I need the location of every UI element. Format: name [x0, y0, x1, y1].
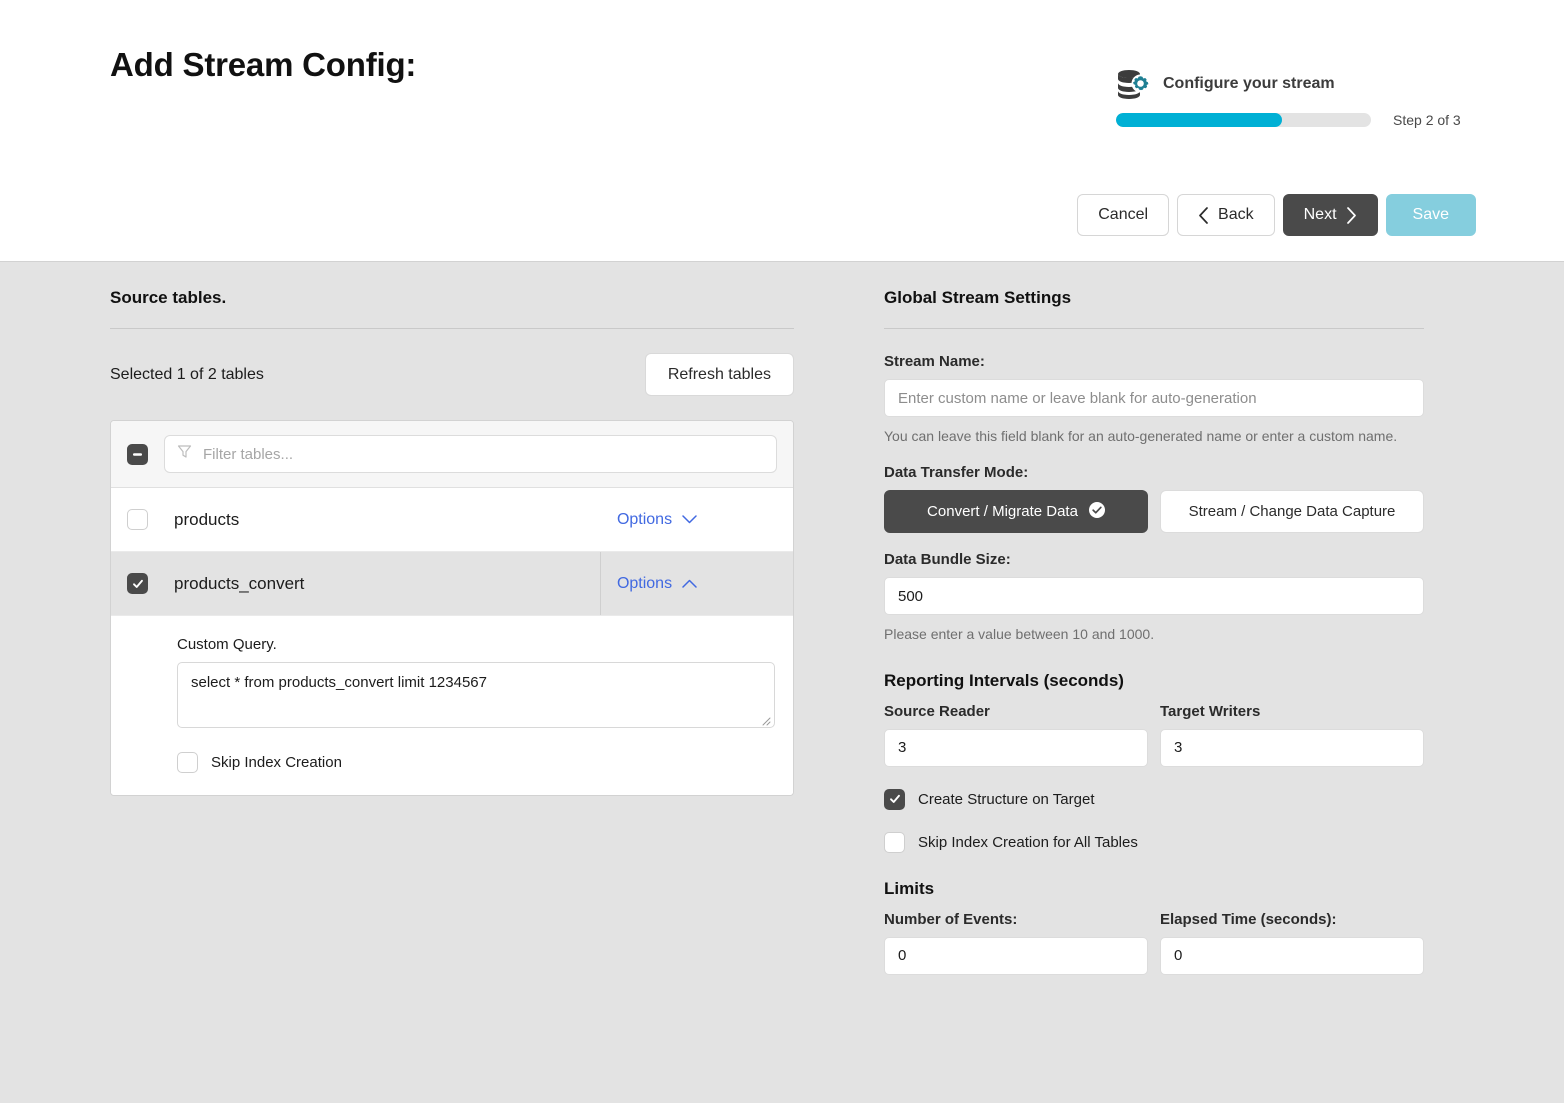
- number-of-events-label: Number of Events:: [884, 910, 1018, 928]
- table-row-checkbox[interactable]: [127, 573, 148, 594]
- next-button-label: Next: [1303, 206, 1337, 223]
- source-reader-label: Source Reader: [884, 702, 990, 720]
- cancel-button[interactable]: Cancel: [1077, 194, 1170, 236]
- number-of-events-group: Number of Events: 0: [884, 911, 1148, 975]
- tables-list: Filter tables... products Options produc…: [110, 420, 794, 796]
- back-button-label: Back: [1218, 206, 1254, 223]
- reporting-intervals-title: Reporting Intervals (seconds): [884, 670, 1124, 690]
- source-tables-panel: Source tables. Selected 1 of 2 tables Re…: [110, 288, 794, 796]
- custom-query-textarea[interactable]: select * from products_convert limit 123…: [177, 662, 775, 728]
- select-all-checkbox[interactable]: [127, 443, 148, 465]
- transfer-mode-toggle: Convert / Migrate Data Stream / Change D…: [884, 490, 1424, 534]
- resize-handle-icon[interactable]: [759, 713, 771, 726]
- bundle-size-input[interactable]: 500: [884, 577, 1424, 616]
- chevron-up-icon[interactable]: [682, 575, 697, 593]
- stream-name-label: Stream Name:: [884, 353, 985, 370]
- wizard-status: Configure your stream Step 2 of 3: [1116, 62, 1496, 128]
- source-reader-input[interactable]: 3: [884, 728, 1148, 767]
- skip-index-all-label: Skip Index Creation for All Tables: [918, 833, 1138, 851]
- progress-bar: [1116, 113, 1371, 127]
- table-row-label: products: [174, 509, 240, 529]
- selected-count-label: Selected 1 of 2 tables: [110, 365, 264, 383]
- bundle-size-group: Data Bundle Size: 500 Please enter a val…: [884, 551, 1424, 644]
- options-link[interactable]: Options: [617, 575, 672, 593]
- chevron-down-icon[interactable]: [682, 511, 697, 529]
- create-structure-row[interactable]: Create Structure on Target: [884, 788, 1424, 810]
- create-structure-checkbox[interactable]: [884, 788, 905, 810]
- options-link[interactable]: Options: [617, 511, 672, 529]
- table-row[interactable]: products Options: [111, 488, 793, 552]
- transfer-mode-convert-label: Convert / Migrate Data: [927, 503, 1078, 521]
- filter-input[interactable]: Filter tables...: [164, 435, 777, 473]
- next-button[interactable]: Next: [1282, 194, 1378, 236]
- bundle-size-label: Data Bundle Size:: [884, 551, 1011, 569]
- wizard-heading: Configure your stream: [1116, 62, 1496, 106]
- target-writers-label: Target Writers: [1160, 702, 1261, 720]
- skip-index-all-checkbox[interactable]: [884, 831, 905, 853]
- custom-query-value: select * from products_convert limit 123…: [191, 674, 487, 691]
- step-indicator: Step 2 of 3: [1393, 112, 1461, 128]
- transfer-mode-convert-button[interactable]: Convert / Migrate Data: [884, 490, 1148, 534]
- reporting-intervals-row: Source Reader 3 Target Writers 3: [884, 703, 1424, 767]
- source-reader-group: Source Reader 3: [884, 703, 1148, 767]
- table-row-options-cell[interactable]: Options: [601, 488, 793, 551]
- table-row-name-cell: products_convert: [111, 552, 601, 615]
- create-structure-label: Create Structure on Target: [918, 790, 1095, 808]
- table-row[interactable]: products_convert Options: [111, 552, 793, 616]
- progress-bar-fill: [1116, 113, 1282, 127]
- page-title: Add Stream Config:: [110, 46, 417, 83]
- global-settings-panel: Global Stream Settings Stream Name: Ente…: [884, 288, 1424, 975]
- table-row-checkbox[interactable]: [127, 509, 148, 530]
- transfer-mode-group: Data Transfer Mode: Convert / Migrate Da…: [884, 464, 1424, 534]
- page-body: Source tables. Selected 1 of 2 tables Re…: [0, 262, 1564, 1103]
- refresh-tables-button[interactable]: Refresh tables: [644, 353, 794, 396]
- table-row-label: products_convert: [174, 573, 305, 593]
- limits-title: Limits: [884, 878, 935, 898]
- elapsed-time-label: Elapsed Time (seconds):: [1160, 910, 1337, 928]
- target-writers-group: Target Writers 3: [1160, 703, 1424, 767]
- database-gear-icon: [1116, 69, 1150, 99]
- number-of-events-input[interactable]: 0: [884, 936, 1148, 975]
- skip-index-all-row[interactable]: Skip Index Creation for All Tables: [884, 831, 1424, 853]
- filter-input-placeholder: Filter tables...: [203, 445, 294, 463]
- selection-summary-row: Selected 1 of 2 tables Refresh tables: [110, 353, 794, 396]
- save-button[interactable]: Save: [1385, 194, 1476, 236]
- back-button[interactable]: Back: [1177, 194, 1275, 236]
- transfer-mode-label: Data Transfer Mode:: [884, 464, 1029, 482]
- stream-name-helper: You can leave this field blank for an au…: [884, 428, 1398, 444]
- transfer-mode-stream-label: Stream / Change Data Capture: [1188, 503, 1396, 521]
- page-header: Add Stream Config: Configure your stream: [0, 0, 1564, 262]
- check-circle-icon: [1088, 501, 1105, 522]
- stream-name-input[interactable]: Enter custom name or leave blank for aut…: [884, 379, 1424, 417]
- elapsed-time-group: Elapsed Time (seconds): 0: [1160, 911, 1424, 975]
- skip-index-checkbox[interactable]: [177, 752, 198, 773]
- bundle-size-helper: Please enter a value between 10 and 1000…: [884, 626, 1155, 643]
- global-settings-title: Global Stream Settings: [884, 288, 1072, 307]
- global-settings-divider: [884, 328, 1424, 329]
- table-row-name-cell: products: [111, 488, 601, 551]
- chevron-right-icon: [1346, 206, 1357, 224]
- skip-index-row[interactable]: Skip Index Creation: [177, 752, 777, 773]
- custom-query-label: Custom Query.: [177, 636, 277, 653]
- source-tables-title: Source tables.: [110, 288, 227, 307]
- tables-filter-bar: Filter tables...: [111, 421, 793, 488]
- stream-name-group: Stream Name: Enter custom name or leave …: [884, 353, 1424, 446]
- limits-row: Number of Events: 0 Elapsed Time (second…: [884, 911, 1424, 975]
- transfer-mode-stream-button[interactable]: Stream / Change Data Capture: [1160, 490, 1424, 534]
- progress-row: Step 2 of 3: [1116, 112, 1496, 128]
- target-writers-input[interactable]: 3: [1160, 728, 1424, 767]
- table-row-options-cell[interactable]: Options: [601, 552, 793, 615]
- filter-icon: [177, 444, 192, 464]
- table-options-panel: Custom Query. select * from products_con…: [111, 616, 793, 795]
- elapsed-time-input[interactable]: 0: [1160, 936, 1424, 975]
- skip-index-label: Skip Index Creation: [211, 754, 342, 771]
- source-tables-divider: [110, 328, 794, 329]
- wizard-button-row: Cancel Back Next Save: [1077, 194, 1476, 236]
- wizard-label: Configure your stream: [1163, 75, 1335, 92]
- chevron-left-icon: [1198, 206, 1209, 224]
